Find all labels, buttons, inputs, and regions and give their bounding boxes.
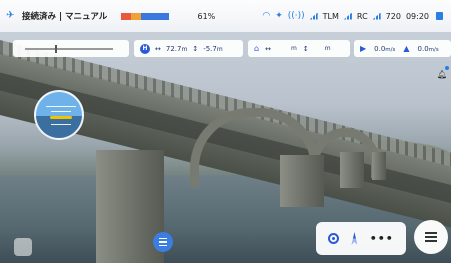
controller-icon: ⌂ [254,44,260,53]
aircraft-symbol-icon [50,116,72,119]
status-indicators: ◠ ✦ ((·)) TLM RC 720 09:20 [262,11,443,21]
connection-status[interactable]: 接続済み | マニュアル [22,10,107,22]
signal-bars-icon [372,12,381,20]
rc-label: RC [356,11,368,21]
pitch-line [51,111,71,112]
battery-segment [131,12,142,20]
home-distance-value: 72.7m [165,44,188,53]
gimbal-slider[interactable] [13,40,129,57]
tlm-label: TLM [322,11,339,21]
vertical-arrows-icon: ↕ [192,44,199,53]
resolution-label: 720 [385,11,401,21]
home-icon: H [140,43,150,54]
bridge-pier [340,152,364,188]
bridge-pier [372,152,386,180]
signal-bars-icon [343,12,352,20]
speed-telemetry: ▶ 0.0m/s ▲ 0.0m/s [354,40,451,57]
notification-dot [445,66,449,70]
attitude-indicator[interactable] [34,90,84,140]
slider-track[interactable] [25,44,113,53]
mode-panel: ••• [316,222,406,255]
map-toggle-icon[interactable] [14,238,32,256]
signal-bars-icon [309,12,318,20]
drone-height-unit: m [324,45,331,52]
vertical-speed-value: 0.0m/s [417,44,439,53]
target-icon[interactable] [328,233,340,244]
bridge-pier [280,155,324,207]
battery-segment [121,12,132,20]
drone-telemetry: ⌂ ↔ m ↕ m [248,40,350,57]
drone-distance-unit: m [290,45,297,52]
horizontal-speed-value: 0.0m/s [374,44,396,53]
vertical-speed-icon: ▲ [403,44,410,53]
horizontal-arrows-icon: ↔ [265,44,271,53]
compass-icon[interactable] [351,232,358,245]
signal-wave-icon: ((·)) [287,11,305,21]
satellite-icon: ✦ [275,11,283,21]
wifi-icon: ◠ [262,11,271,21]
status-bar: ✈ 接続済み | マニュアル 61% ◠ ✦ ((·)) TLM RC 720 … [0,0,451,32]
menu-button[interactable] [414,220,448,254]
battery-percent: 61% [197,11,216,21]
battery-segment [141,12,156,20]
vertical-arrows-icon: ↕ [302,44,309,53]
more-icon[interactable]: ••• [370,232,394,245]
battery-segment [155,12,170,20]
pitch-line [46,106,76,107]
pitch-line [51,124,71,125]
clock: 09:20 [405,11,429,21]
battery-bar [121,12,170,20]
slider-knob[interactable] [55,44,57,53]
lock-icon[interactable] [436,12,443,20]
horizontal-arrows-icon: ↔ [155,44,161,53]
mission-list-button[interactable] [153,232,173,252]
horizontal-speed-icon: ▶ [360,44,367,53]
drone-icon[interactable]: ✈ [6,10,18,22]
home-telemetry: H ↔ 72.7m ↕ -5.7m [134,40,243,57]
bell-icon[interactable]: 🔔︎ [437,70,447,79]
home-height-value: -5.7m [203,44,223,53]
